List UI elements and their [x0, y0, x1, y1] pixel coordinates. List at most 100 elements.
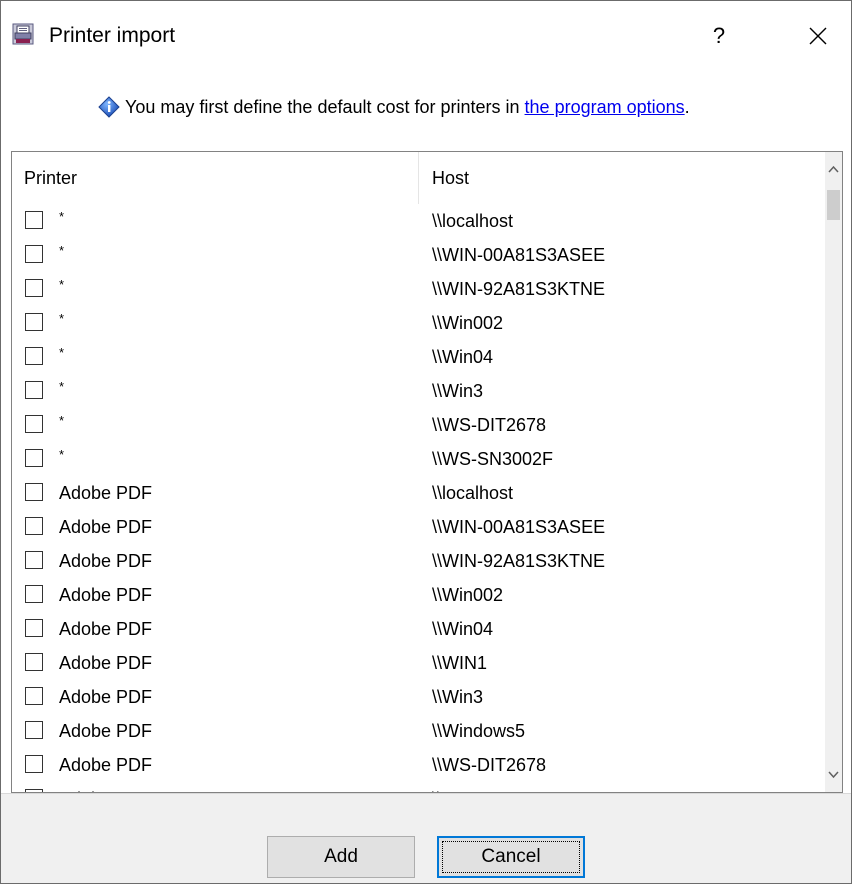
host-name: \\Windows5: [432, 721, 526, 741]
list-item[interactable]: * \\WIN-92A81S3KTNE: [12, 272, 825, 306]
host-name: \\WIN-00A81S3ASEE: [432, 245, 606, 265]
list-item[interactable]: Adobe PDF \\Win002: [12, 578, 825, 612]
printer-name: *: [59, 311, 65, 326]
list-item[interactable]: * \\WIN-00A81S3ASEE: [12, 238, 825, 272]
printer-name: *: [59, 345, 65, 360]
row-checkbox[interactable]: [25, 619, 43, 637]
list-item[interactable]: Adobe PDF \\WS-SN3002F: [12, 782, 825, 792]
chevron-up-icon: [828, 165, 839, 173]
host-name: \\Win3: [432, 687, 484, 707]
info-message: You may first define the default cost fo…: [125, 95, 690, 119]
row-checkbox[interactable]: [25, 211, 43, 229]
host-name: \\Win04: [432, 619, 494, 639]
host-name: \\WS-DIT2678: [432, 755, 547, 775]
row-checkbox[interactable]: [25, 653, 43, 671]
chevron-down-icon: [828, 771, 839, 779]
program-options-link[interactable]: the program options: [525, 97, 685, 117]
host-name: \\Win04: [432, 347, 494, 367]
list-item[interactable]: Adobe PDF \\Win3: [12, 680, 825, 714]
host-name: \\WS-SN3002F: [432, 449, 554, 469]
host-name: \\localhost: [432, 483, 514, 503]
host-name: \\Win002: [432, 313, 504, 333]
focus-rect: [442, 841, 580, 873]
vertical-scrollbar[interactable]: [825, 152, 842, 792]
printer-name: Adobe PDF: [59, 619, 153, 639]
cancel-button[interactable]: Cancel: [437, 836, 585, 878]
row-checkbox[interactable]: [25, 517, 43, 535]
row-checkbox[interactable]: [25, 449, 43, 467]
help-button[interactable]: ?: [694, 13, 744, 59]
title-bar[interactable]: Printer import ?: [1, 1, 851, 69]
printer-name: *: [59, 277, 65, 292]
printer-name: *: [59, 243, 65, 258]
list-item[interactable]: Adobe PDF \\WIN-00A81S3ASEE: [12, 510, 825, 544]
row-checkbox[interactable]: [25, 313, 43, 331]
list-item[interactable]: Adobe PDF \\Windows5: [12, 714, 825, 748]
printer-name: Adobe PDF: [59, 585, 153, 605]
info-text-before: You may first define the default cost fo…: [125, 97, 525, 117]
list-header: Printer Host: [12, 152, 825, 204]
printer-name: Adobe PDF: [59, 755, 153, 775]
close-button[interactable]: [793, 13, 845, 59]
printer-name: Adobe PDF: [59, 653, 153, 673]
close-icon: [809, 27, 827, 45]
row-checkbox[interactable]: [25, 721, 43, 739]
row-checkbox[interactable]: [25, 687, 43, 705]
row-checkbox[interactable]: [25, 245, 43, 263]
info-text-after: .: [684, 97, 690, 117]
list-item[interactable]: Adobe PDF \\localhost: [12, 476, 825, 510]
printer-name: Adobe PDF: [59, 721, 153, 741]
list-item[interactable]: * \\Win3: [12, 374, 825, 408]
row-checkbox[interactable]: [25, 755, 43, 773]
add-button[interactable]: Add: [267, 836, 415, 878]
printer-name: *: [59, 209, 65, 224]
printer-name: Adobe PDF: [59, 782, 152, 792]
printer-name: *: [59, 413, 65, 428]
list-item[interactable]: * \\Win04: [12, 340, 825, 374]
row-checkbox[interactable]: [25, 789, 43, 792]
host-name: \\WIN-00A81S3ASEE: [432, 517, 606, 537]
list-item[interactable]: Adobe PDF \\WS-DIT2678: [12, 748, 825, 782]
printer-name: *: [59, 447, 65, 462]
row-checkbox[interactable]: [25, 381, 43, 399]
row-checkbox[interactable]: [25, 585, 43, 603]
host-name: \\Win3: [432, 381, 484, 401]
list-item[interactable]: Adobe PDF \\WIN-92A81S3KTNE: [12, 544, 825, 578]
host-name: \\WS-DIT2678: [432, 415, 547, 435]
printer-name: Adobe PDF: [59, 517, 153, 537]
window-title: Printer import: [49, 24, 176, 47]
row-checkbox[interactable]: [25, 347, 43, 365]
host-name: \\WIN1: [432, 653, 488, 673]
row-checkbox[interactable]: [25, 483, 43, 501]
list-item[interactable]: * \\WS-DIT2678: [12, 408, 825, 442]
list-rows: * \\localhost * \\WIN-00A81S3ASEE * \\WIN-92A…: [12, 204, 825, 792]
host-name: \\WIN-92A81S3KTNE: [432, 279, 606, 299]
row-checkbox[interactable]: [25, 279, 43, 297]
list-item[interactable]: Adobe PDF \\WIN1: [12, 646, 825, 680]
host-name: \\WIN-92A81S3KTNE: [432, 551, 606, 571]
scroll-down-button[interactable]: [825, 758, 842, 792]
printer-list[interactable]: Printer Host * \\localhost * \\WIN-00A81S3A…: [11, 151, 843, 793]
list-item[interactable]: * \\WS-SN3002F: [12, 442, 825, 476]
printer-name: Adobe PDF: [59, 687, 153, 707]
column-header-printer[interactable]: Printer: [24, 152, 77, 204]
printer-import-dialog: Printer import ? You may first define th…: [0, 0, 852, 884]
column-header-host[interactable]: Host: [432, 152, 469, 204]
host-name: \\Win002: [432, 585, 504, 605]
printer-icon: [12, 23, 34, 45]
printer-name: Adobe PDF: [59, 551, 153, 571]
column-divider[interactable]: [418, 152, 419, 204]
dialog-footer: Add Cancel: [1, 793, 851, 883]
list-item[interactable]: * \\Win002: [12, 306, 825, 340]
printer-name: Adobe PDF: [59, 483, 153, 503]
info-icon: [98, 96, 120, 118]
list-item[interactable]: * \\localhost: [12, 204, 825, 238]
host-name: \\WS-SN3002F: [432, 782, 553, 792]
row-checkbox[interactable]: [25, 551, 43, 569]
printer-name: *: [59, 379, 65, 394]
scroll-up-button[interactable]: [825, 152, 842, 186]
row-checkbox[interactable]: [25, 415, 43, 433]
list-item[interactable]: Adobe PDF \\Win04: [12, 612, 825, 646]
host-name: \\localhost: [432, 211, 514, 231]
scroll-thumb[interactable]: [827, 190, 840, 220]
